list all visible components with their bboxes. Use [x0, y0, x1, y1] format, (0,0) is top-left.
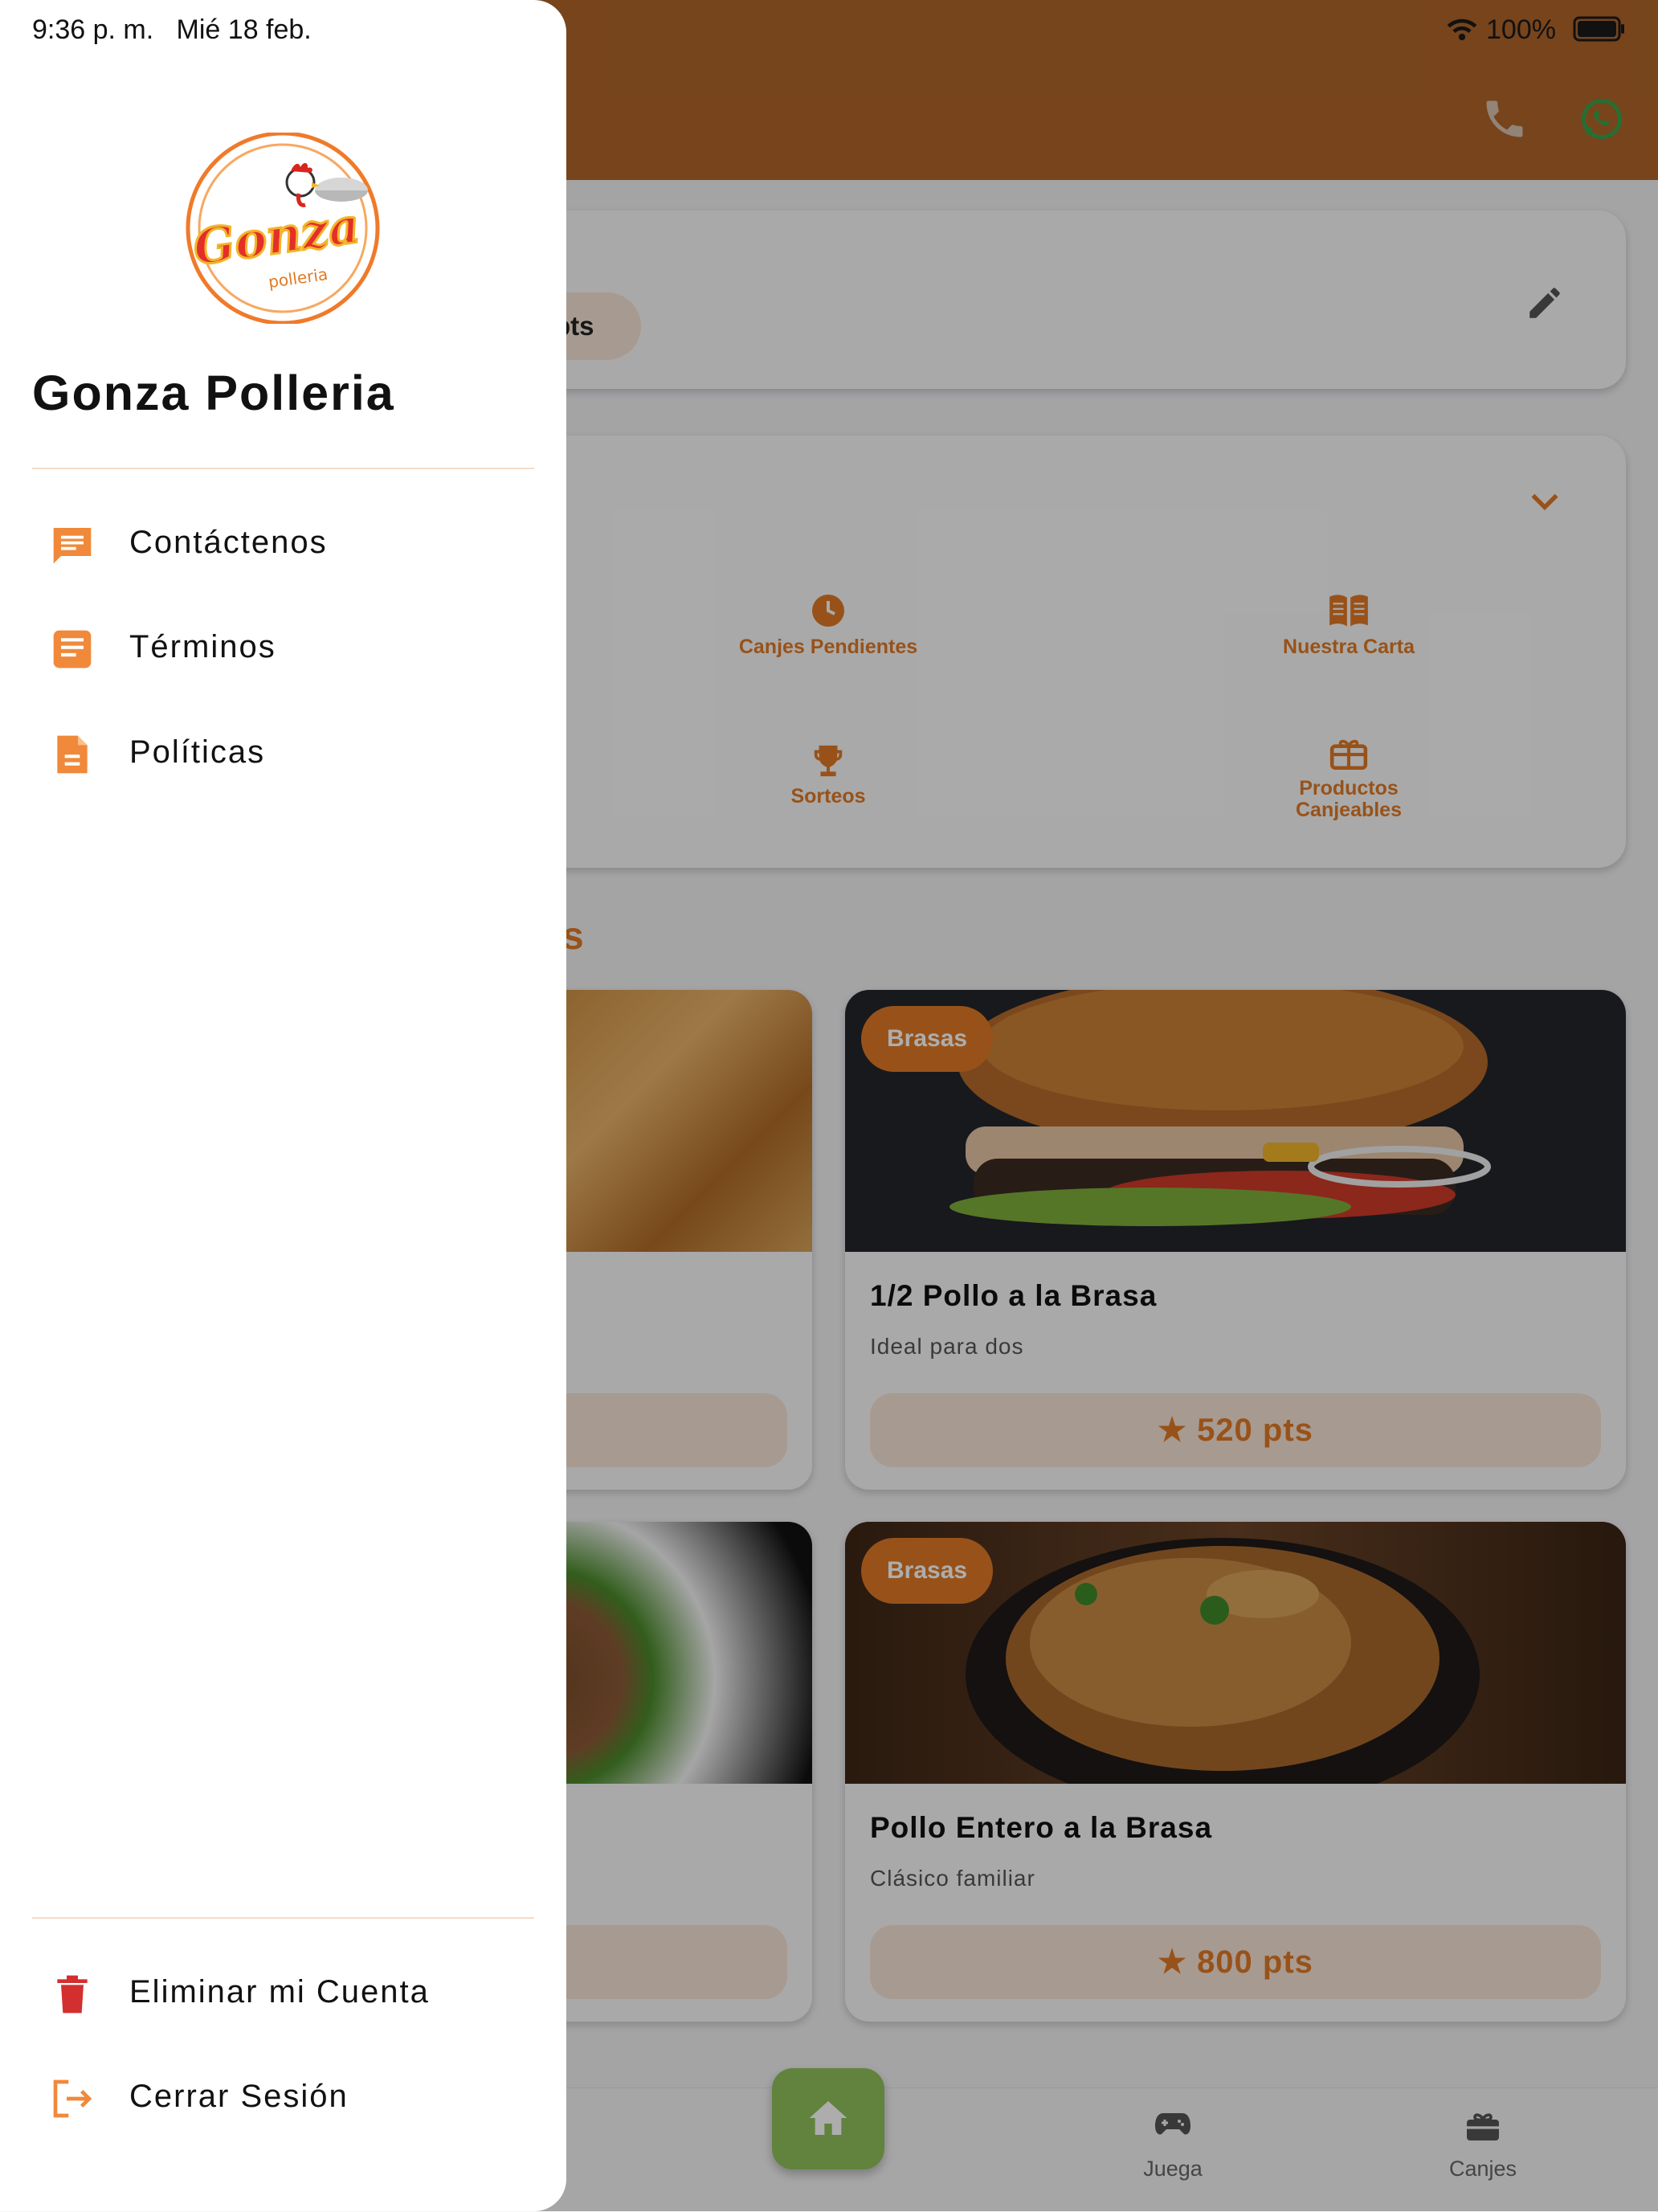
menu-label: Eliminar mi Cuenta	[129, 1974, 430, 2010]
file-icon	[57, 735, 88, 774]
document-icon	[53, 630, 92, 669]
divider	[32, 468, 534, 469]
menu-label: Políticas	[129, 734, 266, 770]
status-time: 9:36 p. m. Mié 18 feb.	[32, 14, 312, 45]
brand-name: Gonza Polleria	[32, 366, 395, 420]
chat-icon	[53, 528, 92, 564]
menu-label: Cerrar Sesión	[129, 2079, 349, 2114]
trash-icon	[57, 1975, 88, 2014]
divider	[32, 1917, 534, 1919]
navigation-drawer	[0, 0, 566, 2211]
battery-icon	[1573, 16, 1624, 42]
menu-label: Términos	[129, 629, 276, 664]
menu-item-politicas[interactable]: Políticas	[32, 710, 534, 799]
menu-item-terminos[interactable]: Términos	[32, 605, 534, 693]
menu-item-contactenos[interactable]: Contáctenos	[32, 501, 534, 589]
logout-icon	[53, 2079, 92, 2118]
menu-item-delete-account[interactable]: Eliminar mi Cuenta	[32, 1950, 534, 2038]
menu-label: Contáctenos	[129, 525, 328, 560]
wifi-icon	[1447, 18, 1477, 41]
menu-item-logout[interactable]: Cerrar Sesión	[32, 2055, 534, 2143]
gonza-logo: Gonza polleria	[186, 133, 380, 324]
battery-percent: 100%	[1486, 14, 1556, 45]
